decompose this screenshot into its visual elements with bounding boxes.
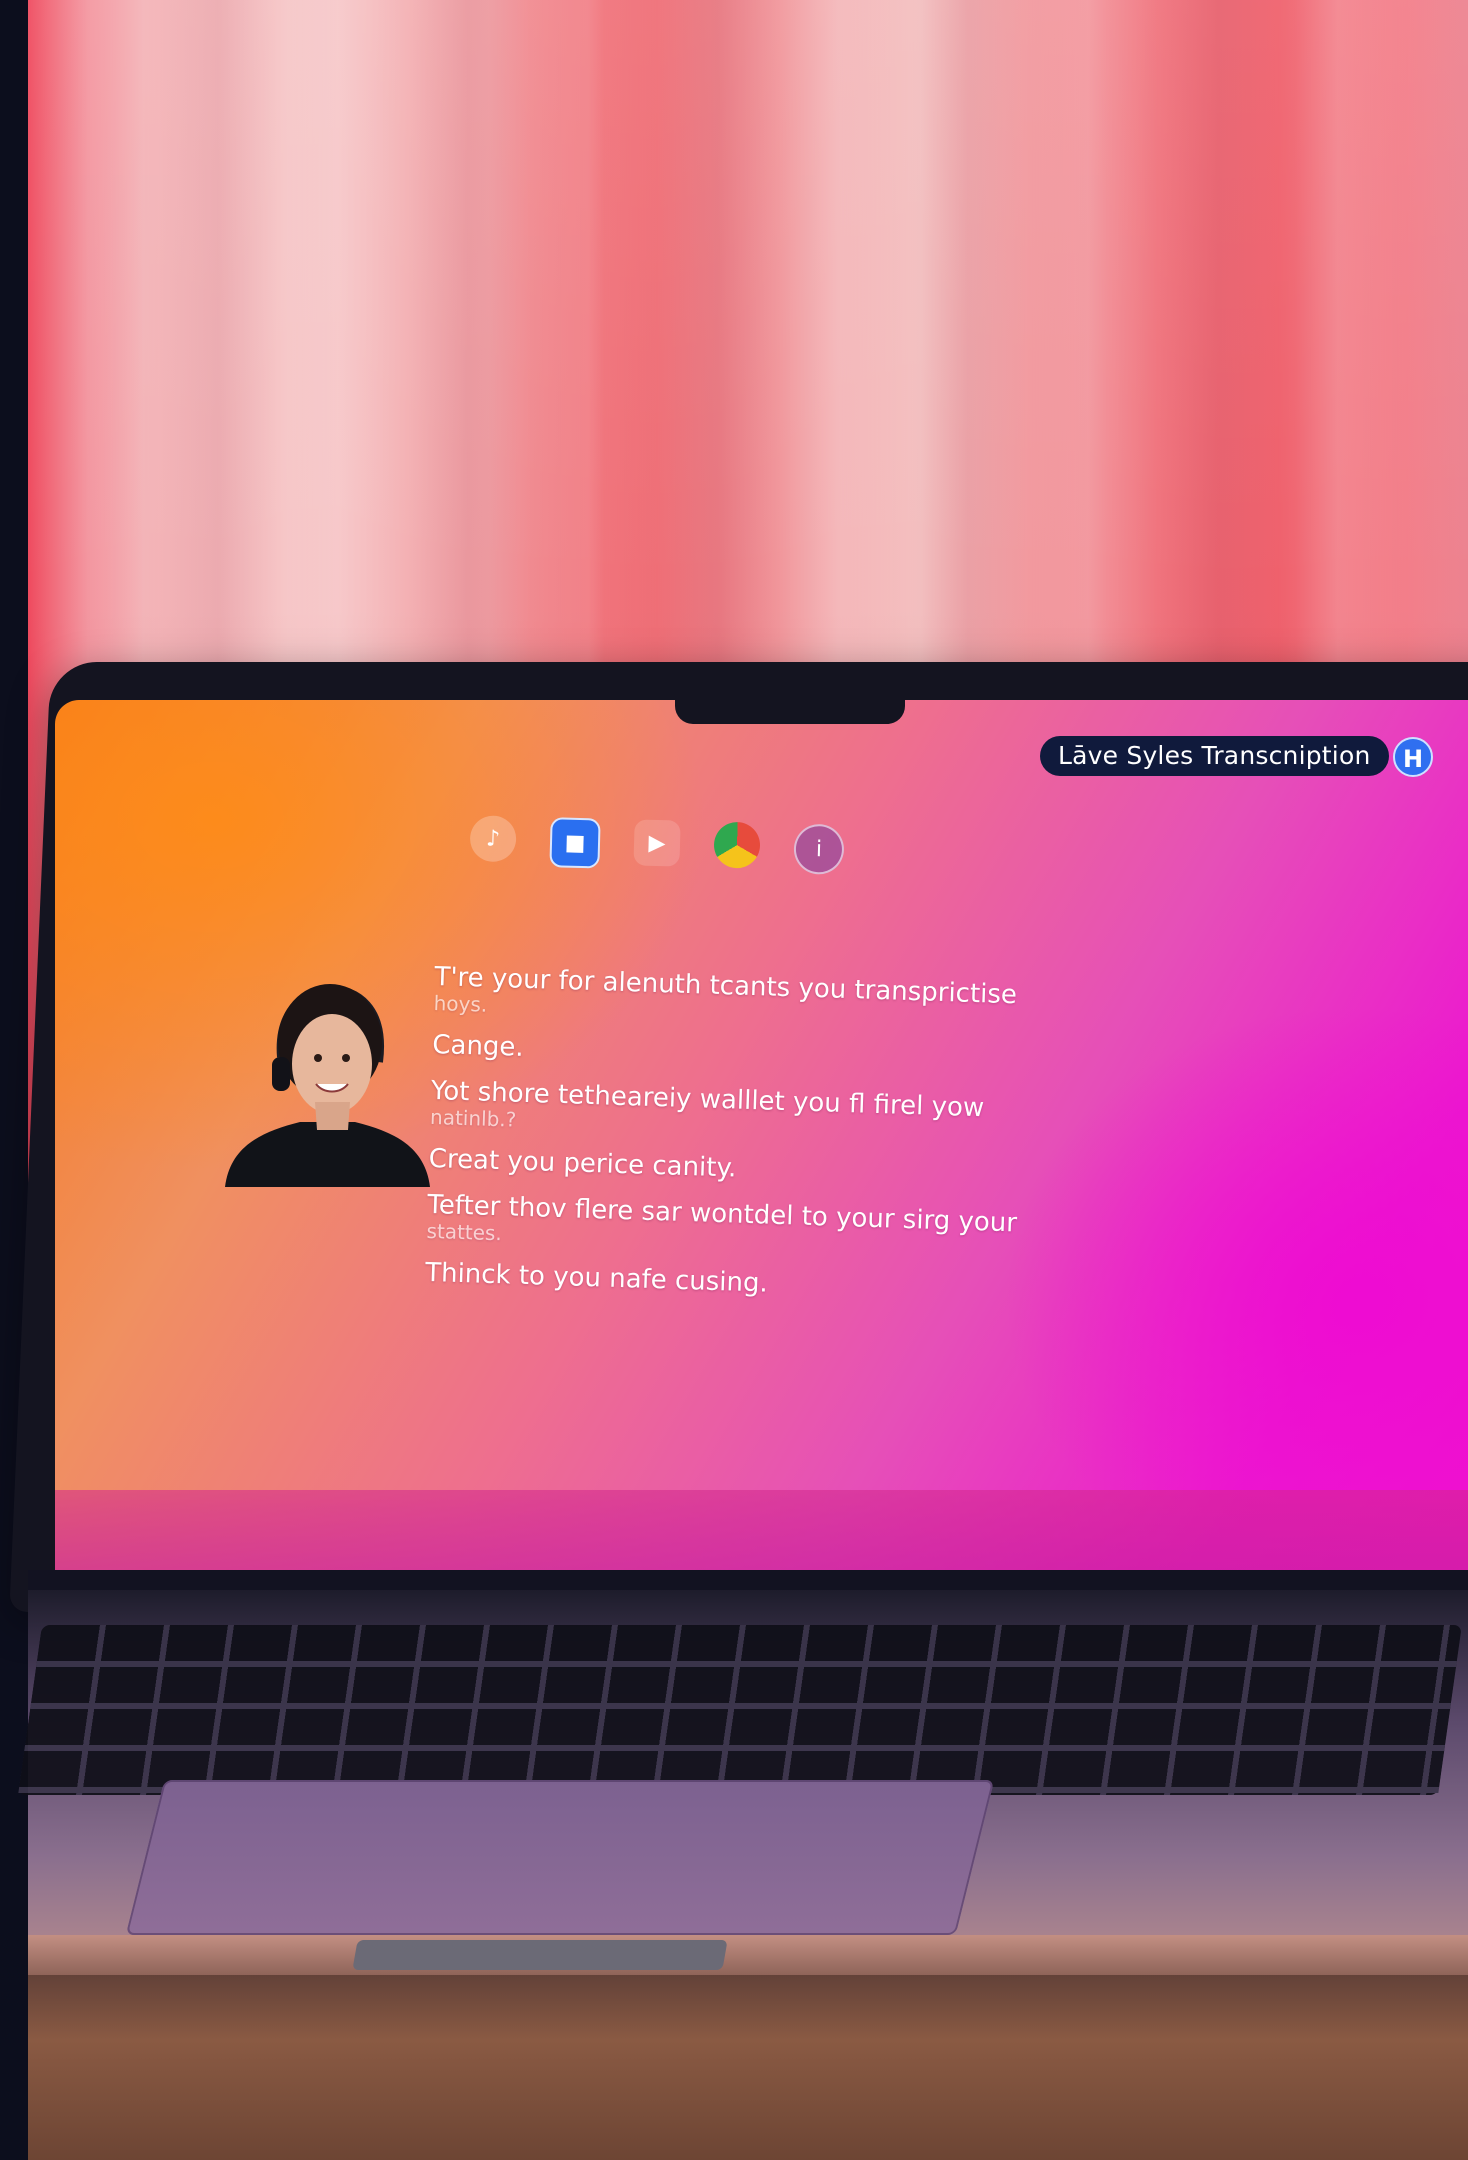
dock-browser-icon[interactable] [713, 821, 761, 869]
transcript-line-4: Creat you perice canity. [428, 1144, 1069, 1194]
transcript-line-2-text: Cange. [431, 1029, 525, 1063]
dock-speech-icon[interactable]: ♪ [469, 815, 517, 863]
neck [315, 1102, 350, 1130]
speaker-avatar [225, 984, 430, 1187]
trackpad [125, 1780, 995, 1935]
transcript-line-1: T're your for alenuth tcants you transpr… [433, 962, 1074, 1034]
live-transcription-label[interactable]: Lāve Syles Transcniption [1040, 736, 1389, 776]
transcript-line-5: Tefter thov flere sar wontdel to your si… [426, 1190, 1067, 1262]
transcript-line-3: Yot shore tetheareiy walllet you fl fire… [430, 1076, 1071, 1148]
left-earcup [272, 1057, 290, 1091]
shoulders [225, 1122, 430, 1187]
lid-opening-notch [352, 1940, 728, 1970]
dock-app-icon[interactable]: ■ [549, 817, 601, 869]
transcript-line-4-text: Creat you perice canity. [428, 1143, 737, 1184]
right-eye [342, 1054, 350, 1062]
dark-left-border [0, 0, 28, 2160]
transcript-line-2: Cange. [432, 1030, 1073, 1080]
keyboard [18, 1625, 1462, 1795]
transcription-app-icon[interactable]: H [1393, 737, 1433, 777]
face [292, 1014, 372, 1114]
laptop-front-edge [28, 1935, 1468, 1975]
transcript-line-6: Thinck to you nafe cusing. [425, 1258, 1066, 1308]
wooden-table [28, 1960, 1468, 2160]
transcript-line-6-text: Thinck to you nafe cusing. [424, 1257, 769, 1299]
dock-video-icon[interactable]: ▶ [633, 819, 681, 867]
photo-scene: Lāve Syles Transcniption H T're your for… [0, 0, 1468, 2160]
left-eye [314, 1054, 322, 1062]
dock-icons: ♪ ■ ▶ i [469, 815, 845, 875]
camera-notch [675, 700, 905, 724]
dock-info-icon[interactable]: i [793, 823, 845, 875]
transcript-text-block: T're your for alenuth tcants you transpr… [424, 962, 1074, 1324]
